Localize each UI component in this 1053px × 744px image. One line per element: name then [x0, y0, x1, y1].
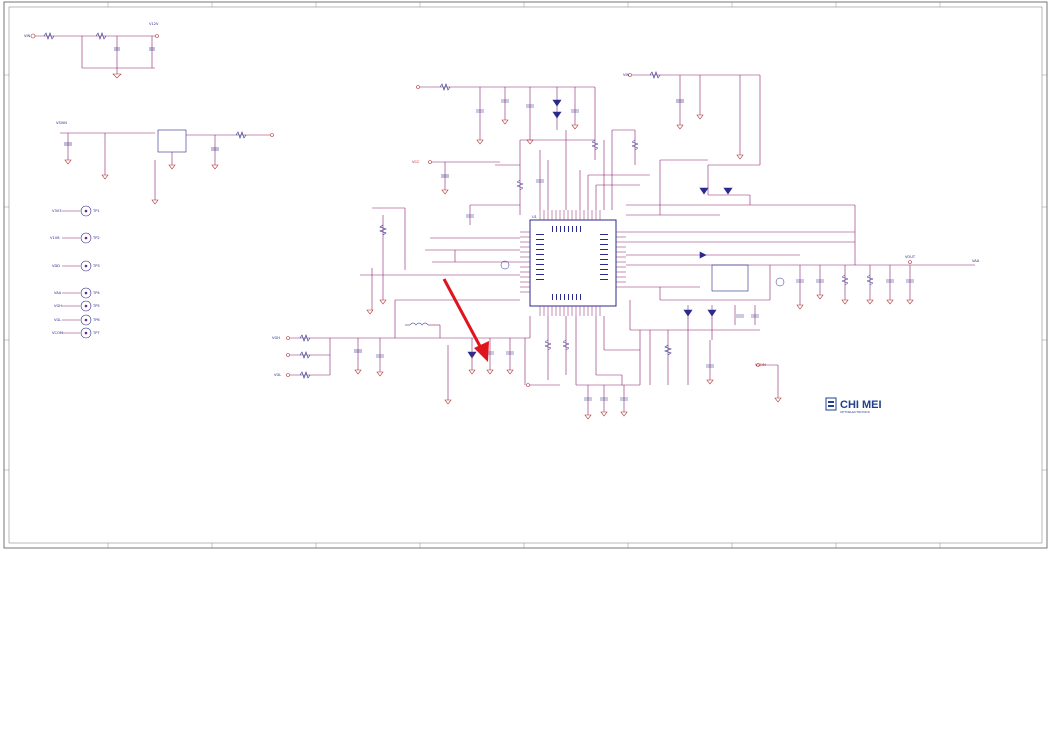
ldo-block [60, 129, 274, 200]
net-label-vcc: VCC [412, 160, 420, 164]
test-point-label: TP7 [92, 331, 100, 335]
test-point-net: VGL [54, 318, 61, 322]
test-point-net: V3V3 [52, 209, 62, 213]
ground-symbols [64, 114, 914, 420]
net-label-vcom: VCOM [755, 363, 766, 367]
right-wiring [626, 71, 940, 398]
company-logo [825, 397, 837, 411]
net-label-vaa: VAA [972, 259, 980, 263]
test-point[interactable] [62, 232, 92, 244]
test-point[interactable] [62, 300, 92, 312]
test-point-net: VCOM [52, 331, 63, 335]
test-point-label: TP4 [92, 291, 100, 295]
right-net-arrows [908, 260, 975, 266]
test-point[interactable] [62, 260, 92, 272]
net-label-vin: VIN [24, 34, 31, 38]
net-label-vsvin: VSVIN [56, 121, 67, 125]
main-ic [520, 210, 626, 316]
test-point-list: V3V3 TP1 V1V8 TP2 VDD TP3 VAA TP4 VGH TP… [50, 205, 100, 339]
net-label-v12v: V12V [149, 22, 159, 26]
test-point-net: VGH [54, 304, 62, 308]
test-point-net: VAA [54, 291, 62, 295]
test-point[interactable] [62, 327, 92, 339]
net-label-vgh: VGH [272, 336, 280, 340]
test-point-label: TP6 [92, 318, 100, 322]
annotation-arrow [442, 278, 489, 362]
net-label-vout: VOUT [905, 255, 916, 259]
test-point[interactable] [62, 287, 92, 299]
schematic-sheet: VIN V12V VSVIN V3V3 TP1 V1V8 TP2 VDD TP3… [0, 0, 1053, 744]
test-point-label: TP1 [92, 209, 100, 213]
net-label-vgl: VGL [274, 373, 281, 377]
logo-subtitle: OPTOELECTRONICS [840, 410, 870, 414]
lower-left-wiring [286, 207, 711, 415]
test-point-net: V1V8 [50, 236, 60, 240]
input-filter-block [30, 32, 159, 79]
test-point-net: VDD [52, 264, 60, 268]
test-point-label: TP5 [92, 304, 100, 308]
net-label-vin-right: VIN [623, 73, 630, 77]
test-point-label: TP3 [92, 264, 100, 268]
test-point-label: TP2 [92, 236, 100, 240]
test-point[interactable] [62, 314, 92, 326]
frame-ticks [4, 2, 1047, 548]
test-point[interactable] [62, 205, 92, 217]
sheet-frame [3, 1, 1048, 549]
ic-ref: U1 [532, 215, 537, 219]
